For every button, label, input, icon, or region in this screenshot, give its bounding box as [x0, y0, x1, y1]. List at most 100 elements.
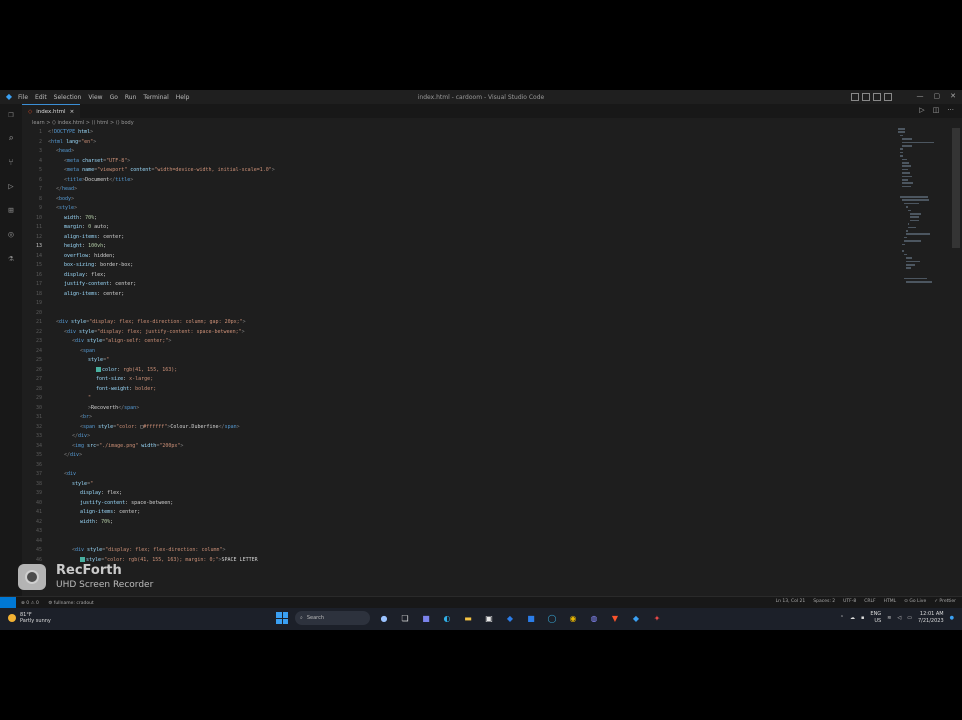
code-line[interactable]: 45 <div style="display: flex; flex-direct…: [22, 546, 882, 556]
minimize-icon[interactable]: —: [917, 92, 924, 100]
code-line[interactable]: 37 <div: [22, 470, 882, 480]
volume-icon[interactable]: ◁: [897, 615, 901, 621]
minimap[interactable]: [898, 128, 942, 298]
app-icon-5[interactable]: ✦: [650, 611, 664, 625]
code-line[interactable]: 44: [22, 537, 882, 547]
brave-icon[interactable]: ▼: [608, 611, 622, 625]
code-editor[interactable]: 1 <!DOCTYPE html> 2 <html lang="en"> 3 <head>…: [22, 128, 892, 596]
menu-item-help[interactable]: Help: [176, 94, 190, 101]
app-icon-4[interactable]: ◍: [587, 611, 601, 625]
menu-item-edit[interactable]: Edit: [35, 94, 47, 101]
code-line[interactable]: 32 <span style="color: □#ffffff">Colour.D…: [22, 423, 882, 433]
vscode-taskbar-icon[interactable]: ◆: [629, 611, 643, 625]
status-item[interactable]: UTF-8: [843, 599, 856, 604]
code-line[interactable]: 38 style=": [22, 480, 882, 490]
code-line[interactable]: 3 <head>: [22, 147, 882, 157]
language-indicator[interactable]: ENG US: [870, 611, 881, 625]
start-icon[interactable]: [276, 612, 288, 624]
battery-icon[interactable]: ▭: [907, 615, 912, 621]
code-line[interactable]: 34 <img src="./image.png" width="200px">: [22, 442, 882, 452]
code-line[interactable]: 8 <body>: [22, 195, 882, 205]
notification-icon[interactable]: ●: [950, 615, 954, 621]
status-item[interactable]: ⊙ Go Live: [904, 599, 926, 604]
search-icon[interactable]: ⌕: [6, 134, 16, 144]
code-line[interactable]: 30 >Recoverth</span>: [22, 404, 882, 414]
breadcrumb[interactable]: learn > ⟨⟩ index.html > ⟨⟩ html > ⟨⟩ bod…: [22, 118, 134, 128]
code-line[interactable]: 27 font-size: x-large;: [22, 375, 882, 385]
code-line[interactable]: 13 height: 100vh;: [22, 242, 882, 252]
maximize-icon[interactable]: ▢: [934, 92, 941, 100]
app-icon-3[interactable]: ◯: [545, 611, 559, 625]
code-line[interactable]: 36: [22, 461, 882, 471]
color-swatch-icon[interactable]: [80, 556, 85, 562]
code-line[interactable]: 19: [22, 299, 882, 309]
wifi-icon[interactable]: ≋: [887, 615, 891, 621]
status-item[interactable]: ✓ Prettier: [934, 599, 956, 604]
close-icon[interactable]: ✕: [950, 92, 956, 100]
menu-item-terminal[interactable]: Terminal: [143, 94, 168, 101]
app-icon[interactable]: ◆: [503, 611, 517, 625]
code-line[interactable]: 33 </div>: [22, 432, 882, 442]
status-item[interactable]: ⚙ fullname: cradout: [48, 601, 93, 606]
app-icon-2[interactable]: ■: [524, 611, 538, 625]
status-item[interactable]: CRLF: [864, 599, 875, 604]
customize-layout-icon[interactable]: [884, 93, 892, 101]
code-line[interactable]: 24 <span: [22, 347, 882, 357]
code-line[interactable]: 22 <div style="display: flex; justify-con…: [22, 328, 882, 338]
weather-widget[interactable]: 81°F Partly sunny: [8, 612, 51, 624]
edge-icon[interactable]: ◐: [440, 611, 454, 625]
code-line[interactable]: 25 style=": [22, 356, 882, 366]
menu-item-view[interactable]: View: [88, 94, 102, 101]
explorer-icon[interactable]: ❐: [6, 110, 16, 120]
code-line[interactable]: 4 <meta charset="UTF-8">: [22, 157, 882, 167]
menu-item-go[interactable]: Go: [110, 94, 118, 101]
status-item[interactable]: Ln 13, Col 21: [776, 599, 806, 604]
code-line[interactable]: 10 width: 70%;: [22, 214, 882, 224]
code-line[interactable]: 35 </div>: [22, 451, 882, 461]
code-line[interactable]: 26 color: rgb(41, 155, 163);: [22, 366, 882, 376]
remote-explorer-icon[interactable]: ◎: [6, 230, 16, 240]
code-line[interactable]: 23 <div style="align-self: center;">: [22, 337, 882, 347]
status-item[interactable]: Spaces: 2: [813, 599, 835, 604]
task-view-icon[interactable]: ❏: [398, 611, 412, 625]
toggle-panel-icon[interactable]: [862, 93, 870, 101]
code-line[interactable]: 5 <meta name="viewport" content="width=de…: [22, 166, 882, 176]
code-line[interactable]: 40 justify-content: space-between;: [22, 499, 882, 509]
editor-scrollbar[interactable]: [952, 128, 960, 248]
menu-item-run[interactable]: Run: [125, 94, 137, 101]
taskbar-search[interactable]: ⌕ Search: [295, 611, 370, 625]
copilot-icon[interactable]: ●: [377, 611, 391, 625]
code-line[interactable]: 29 ": [22, 394, 882, 404]
problems-indicator[interactable]: ⊗ 0 ⚠ 0: [21, 601, 39, 606]
run-icon[interactable]: ▷: [919, 106, 924, 114]
testing-icon[interactable]: ⚗: [6, 254, 16, 264]
status-item[interactable]: HTML: [884, 599, 897, 604]
run-debug-icon[interactable]: ▷: [6, 182, 16, 192]
menu-item-selection[interactable]: Selection: [54, 94, 82, 101]
code-line[interactable]: 41 align-items: center;: [22, 508, 882, 518]
toggle-sidebar-icon[interactable]: [851, 93, 859, 101]
code-line[interactable]: 7 </head>: [22, 185, 882, 195]
chevron-up-icon[interactable]: ⌃: [840, 615, 844, 621]
code-line[interactable]: 17 justify-content: center;: [22, 280, 882, 290]
code-line[interactable]: 12 align-items: center;: [22, 233, 882, 243]
store-icon[interactable]: ▣: [482, 611, 496, 625]
code-line[interactable]: 16 display: flex;: [22, 271, 882, 281]
code-line[interactable]: 1 <!DOCTYPE html>: [22, 128, 882, 138]
code-line[interactable]: 6 <title>Document</title>: [22, 176, 882, 186]
code-line[interactable]: 43: [22, 527, 882, 537]
clock[interactable]: 12:01 AM 7/21/2023: [918, 611, 944, 625]
onedrive-icon[interactable]: ☁: [850, 615, 855, 621]
code-line[interactable]: 28 font-weight: bolder;: [22, 385, 882, 395]
menu-item-file[interactable]: File: [18, 94, 28, 101]
teams-icon[interactable]: ■: [419, 611, 433, 625]
toggle-secondary-sidebar-icon[interactable]: [873, 93, 881, 101]
more-actions-icon[interactable]: ···: [947, 106, 954, 114]
source-control-icon[interactable]: ⑂: [6, 158, 16, 168]
tab-close-icon[interactable]: ×: [70, 109, 75, 115]
code-line[interactable]: 11 margin: 0 auto;: [22, 223, 882, 233]
split-editor-icon[interactable]: ◫: [933, 106, 940, 114]
code-line[interactable]: 21 <div style="display: flex; flex-direct…: [22, 318, 882, 328]
code-line[interactable]: 39 display: flex;: [22, 489, 882, 499]
color-swatch-icon[interactable]: [96, 366, 101, 372]
